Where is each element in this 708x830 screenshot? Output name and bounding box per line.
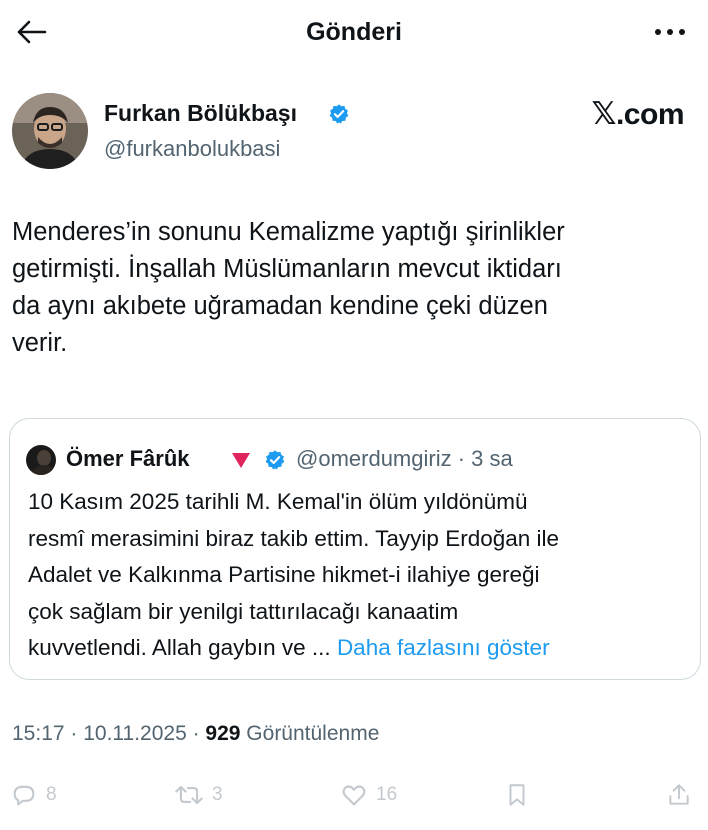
quoted-author-name: Ömer Fârûk xyxy=(66,446,190,471)
tweet-meta: 15:17 · 10.11.2025 · 929 Görüntülenme xyxy=(12,722,379,746)
bookmark-icon xyxy=(509,784,525,806)
retweet-count: 3 xyxy=(212,784,223,805)
x-logo-icon: 𝕏 xyxy=(591,96,616,132)
tweet-timestamp: 15:17 · 10.11.2025 · xyxy=(12,722,206,745)
like-button[interactable]: 16 xyxy=(340,778,397,812)
verified-badge-icon xyxy=(329,104,349,124)
author-avatar[interactable] xyxy=(12,93,88,169)
avatar-photo-icon xyxy=(26,445,56,475)
views-label: Görüntülenme xyxy=(240,722,380,745)
avatar-photo-icon xyxy=(12,93,88,169)
author-handle[interactable]: @furkanbolukbasi xyxy=(104,136,280,162)
retweet-icon xyxy=(175,785,203,805)
more-dot-icon xyxy=(655,29,661,35)
tweet-text: Menderes’in sonunu Kemalizme yaptığı şir… xyxy=(12,218,565,357)
x-com-watermark: 𝕏.com xyxy=(591,96,684,132)
like-count: 16 xyxy=(376,784,398,805)
quoted-author-avatar[interactable] xyxy=(26,445,56,475)
page-title: Gönderi xyxy=(306,18,402,46)
views-count: 929 xyxy=(205,722,241,745)
more-options-button[interactable] xyxy=(648,14,692,50)
reply-icon xyxy=(13,785,35,806)
watermark-text: .com xyxy=(615,98,685,131)
quoted-handle-time: @omerdumgiriz · 3 sa xyxy=(296,446,513,471)
heart-icon xyxy=(342,785,366,806)
reply-count: 8 xyxy=(46,784,57,805)
retweet-button[interactable]: 3 xyxy=(174,778,223,812)
red-triangle-icon xyxy=(232,453,250,468)
share-icon xyxy=(669,784,689,805)
back-arrow-button[interactable] xyxy=(14,14,50,50)
more-dot-icon xyxy=(679,29,685,35)
quoted-tweet-text: 10 Kasım 2025 tarihli M. Kemal'in ölüm y… xyxy=(28,484,678,667)
share-button[interactable] xyxy=(666,778,692,812)
author-name[interactable]: Furkan Bölükbaşı xyxy=(104,100,297,127)
more-dot-icon xyxy=(667,29,673,35)
show-more-link[interactable]: Daha fazlasını göster xyxy=(337,635,550,660)
bookmark-button[interactable] xyxy=(504,778,530,812)
arrow-left-icon xyxy=(17,20,47,44)
reply-button[interactable]: 8 xyxy=(10,778,57,812)
verified-badge-icon xyxy=(265,450,285,470)
